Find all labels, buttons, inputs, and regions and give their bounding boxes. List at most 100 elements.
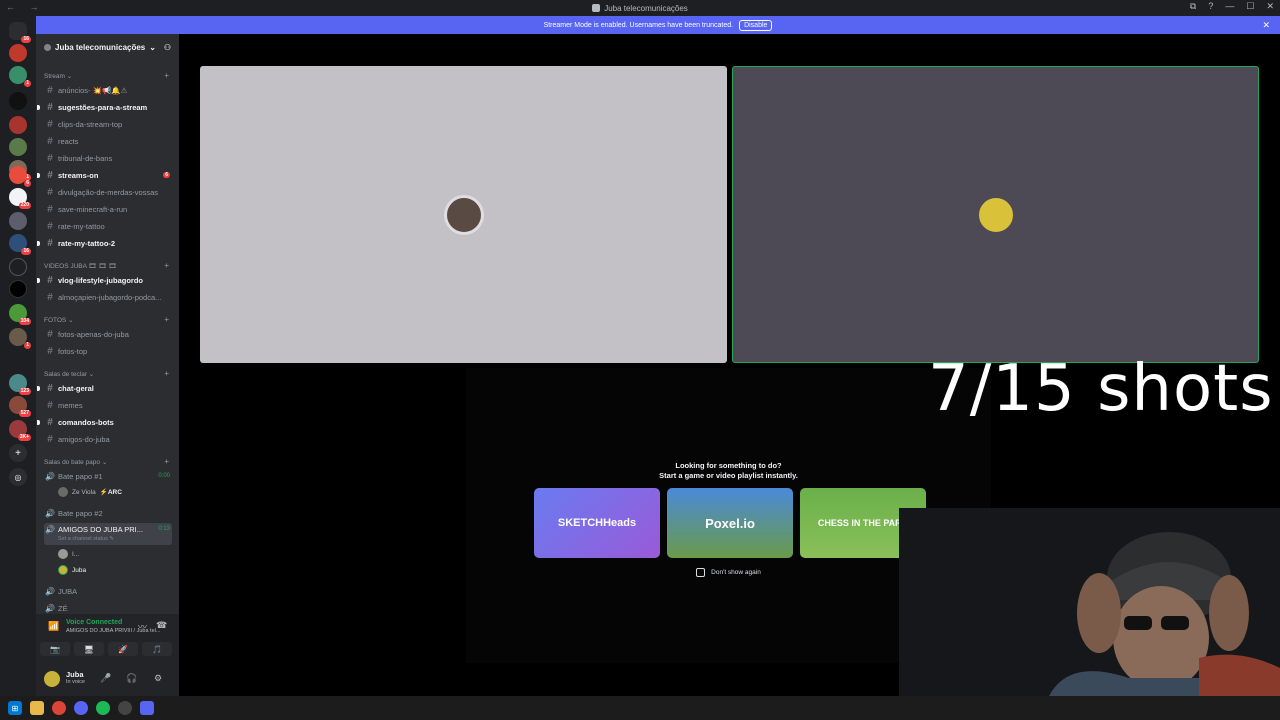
gear-icon[interactable]: ⚙ [154, 673, 162, 684]
guild-badge: 220 [18, 202, 31, 209]
channel-almocapien[interactable]: # almoçapien-jubagordo-podca... [44, 290, 172, 304]
voice-channel-ze[interactable]: 🔊 ZÉ [44, 601, 172, 615]
category-videos[interactable]: VIDEOS JUBA 🎞 🎞 🎞 [44, 262, 117, 270]
camera-button[interactable]: 📷 [40, 642, 70, 656]
guild-icon[interactable] [9, 44, 27, 62]
checkbox[interactable] [696, 568, 706, 577]
chrome-icon[interactable] [52, 701, 66, 715]
guild-icon[interactable] [9, 116, 27, 134]
add-channel-icon[interactable]: + [164, 457, 169, 466]
file-explorer-icon[interactable] [30, 701, 44, 715]
help-icon[interactable]: ? [1208, 1, 1213, 12]
screen-share-button[interactable]: 🖥 [74, 642, 104, 656]
screen-share-icon: 🖥 [83, 644, 95, 654]
channel-reacts[interactable]: # reacts [44, 134, 172, 148]
disable-streamer-mode-button[interactable]: Disable [739, 19, 773, 31]
category-salas-bate-papo[interactable]: Salas do bate papo ⌄ [44, 458, 107, 466]
category-fotos[interactable]: FOTOS ⌄ [44, 316, 74, 324]
voice-user[interactable]: Juba [58, 564, 86, 576]
activity-card-sketchheads[interactable]: SKETCHHeads [534, 488, 660, 558]
guild-icon[interactable] [9, 92, 27, 110]
add-channel-icon[interactable]: + [164, 369, 169, 378]
hash-icon: # [47, 169, 53, 181]
voice-channel-juba[interactable]: 🔊 JUBA [44, 584, 172, 598]
windows-start-icon[interactable]: ⊞ [8, 701, 22, 715]
guild-icon[interactable] [9, 212, 27, 230]
direct-messages-icon[interactable]: 16 [9, 22, 31, 43]
soundboard-button[interactable]: 🎵 [142, 642, 172, 656]
speaker-icon: 🔊 [45, 508, 55, 518]
signal-icon[interactable]: 📶 [48, 621, 59, 632]
inbox-icon[interactable]: ⧉ [1190, 1, 1196, 12]
voice-status[interactable]: Voice Connected [66, 619, 122, 626]
voice-channel-bate-papo-2[interactable]: 🔊 Bate papo #2 [44, 506, 172, 520]
channel-fotos-top[interactable]: # fotos-top [44, 344, 172, 358]
guild-icon[interactable]: 1 [9, 328, 31, 349]
channel-sugestoes[interactable]: # sugestões-para-a-stream [37, 100, 172, 114]
channel-comandos-bots[interactable]: # comandos-bots [37, 415, 172, 429]
add-channel-icon[interactable]: + [164, 315, 169, 324]
participant-tile-speaking[interactable] [732, 66, 1259, 363]
guild-icon[interactable]: 3K+ [9, 420, 31, 441]
server-header[interactable]: Juba telecomunicações ⌄ ⚇ [36, 34, 179, 60]
guild-icon[interactable]: 16 [9, 234, 31, 255]
channel-rate-my-tattoo-2[interactable]: # rate-my-tattoo-2 [37, 236, 172, 250]
activity-button[interactable]: 🚀 [108, 642, 138, 656]
channel-vlog[interactable]: # vlog-lifestyle-jubagordo [37, 273, 172, 287]
activity-card-poxel[interactable]: Poxel.io [667, 488, 793, 558]
channel-save-minecraft[interactable]: # save-minecraft-a-run [44, 202, 172, 216]
minimize-button[interactable]: — [1225, 1, 1234, 12]
user-name[interactable]: Juba [66, 670, 84, 679]
participant-tile[interactable] [200, 66, 727, 363]
person-add-icon[interactable]: ⚇ [164, 43, 171, 52]
close-window-button[interactable]: ✕ [1266, 1, 1274, 12]
hash-icon: # [47, 118, 53, 130]
guild-icon[interactable] [9, 280, 27, 298]
spotify-icon[interactable] [96, 701, 110, 715]
guild-icon[interactable] [9, 138, 27, 156]
hash-icon: # [47, 399, 53, 411]
hash-icon: # [47, 84, 53, 96]
guild-icon[interactable]: 527 [9, 396, 31, 417]
messenger-icon[interactable] [74, 701, 88, 715]
webcam-feed [899, 508, 1280, 696]
guild-icon[interactable]: 6 [9, 166, 31, 187]
stream-overlay-counter: 7/15 shots [928, 352, 1274, 426]
add-channel-icon[interactable]: + [164, 71, 169, 80]
guild-icon[interactable]: 1 [9, 66, 31, 87]
headphones-icon[interactable]: 🎧 [126, 673, 137, 684]
channel-streams-on[interactable]: # streams-on 6 [37, 168, 172, 182]
channel-anuncios[interactable]: # anúncios- 💥📢🔔⚠ [44, 83, 172, 97]
channel-divulgacao[interactable]: # divulgação-de-merdas-vossas [44, 185, 172, 199]
voice-user[interactable]: Ze Viola ⚡ARC [58, 486, 122, 498]
voice-channel-path[interactable]: AMIGOS DO JUBA PRIVIII / Juba tel... [66, 628, 166, 634]
channel-clips[interactable]: # clips-da-stream-top [44, 117, 172, 131]
nav-arrows[interactable]: ← → [6, 2, 45, 12]
guild-icon[interactable] [9, 258, 27, 276]
add-channel-icon[interactable]: + [164, 261, 169, 270]
category-stream[interactable]: Stream ⌄ [44, 72, 72, 80]
channel-memes[interactable]: # memes [44, 398, 172, 412]
channel-status[interactable]: Set a channel status ✎ [58, 536, 114, 542]
microphone-icon[interactable]: 🎤 [100, 673, 111, 684]
obs-icon[interactable] [118, 701, 132, 715]
channel-tribunal[interactable]: # tribunal-de-bans [44, 151, 172, 165]
noise-suppression-icon[interactable]: 〰 [138, 620, 147, 633]
guild-icon[interactable]: 104 [9, 304, 31, 325]
voice-channel-bate-papo-1[interactable]: 🔊 Bate papo #1 0:00 [44, 469, 172, 483]
channel-rate-my-tattoo[interactable]: # rate-my-tattoo [44, 219, 172, 233]
banner-close-icon[interactable]: ✕ [1262, 20, 1270, 31]
guild-icon[interactable]: 220 [9, 188, 31, 209]
channel-chat-geral[interactable]: # chat-geral [37, 381, 172, 395]
voice-user[interactable]: I... [58, 548, 79, 560]
channel-amigos-do-juba[interactable]: # amigos-do-juba [44, 432, 172, 446]
explore-icon[interactable]: ◎ [9, 468, 27, 486]
add-server-icon[interactable]: + [9, 444, 27, 462]
avatar[interactable] [44, 671, 60, 687]
category-salas-teclar[interactable]: Salas de teclar ⌄ [44, 370, 94, 378]
maximize-button[interactable]: ☐ [1246, 1, 1254, 12]
guild-icon[interactable]: 123 [9, 374, 31, 395]
disconnect-icon[interactable]: ☎ [156, 620, 167, 631]
channel-fotos-apenas[interactable]: # fotos-apenas-do-juba [44, 327, 172, 341]
discord-icon[interactable] [140, 701, 154, 715]
